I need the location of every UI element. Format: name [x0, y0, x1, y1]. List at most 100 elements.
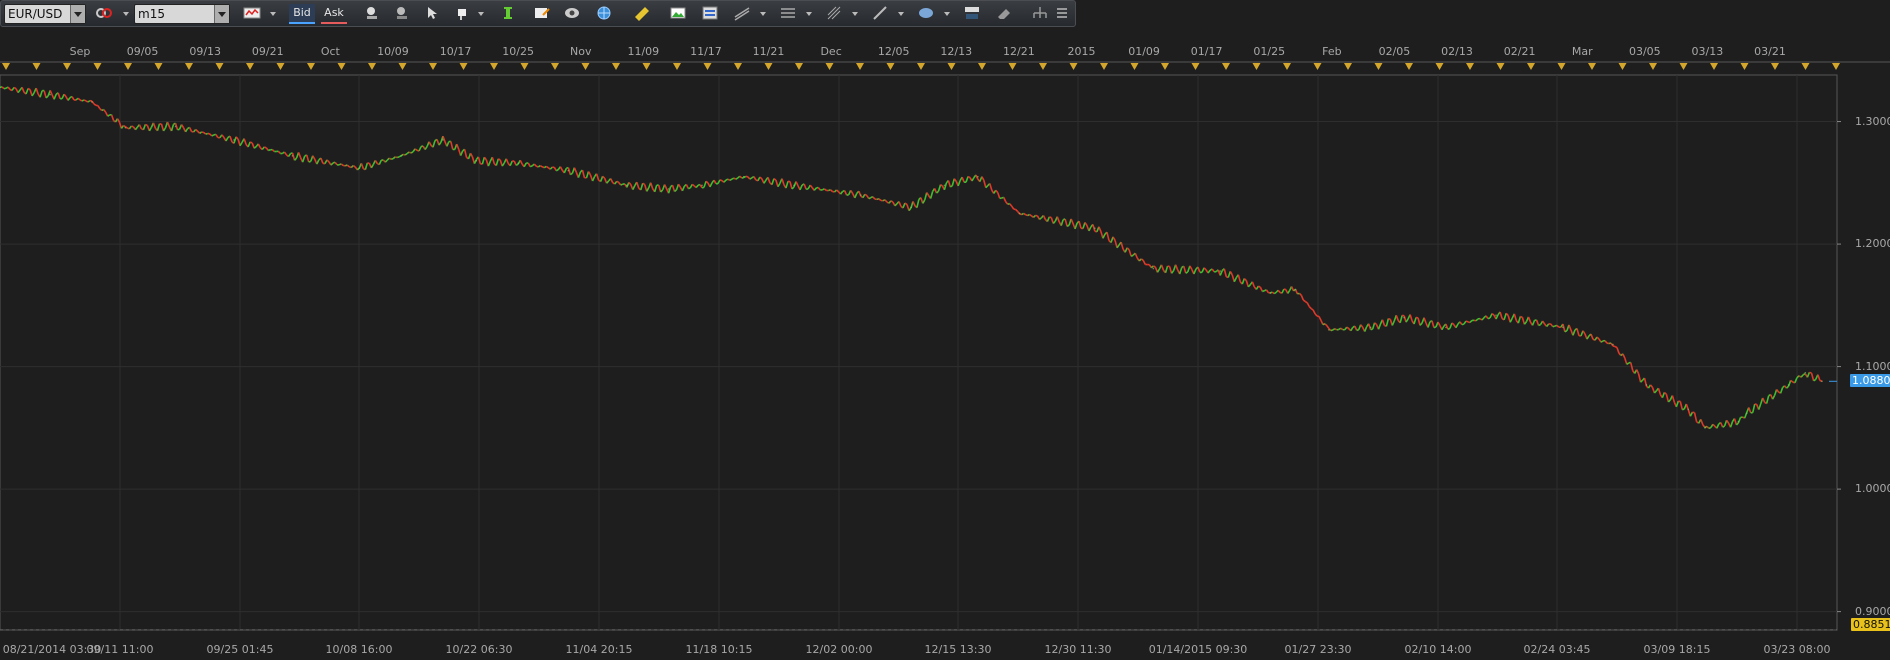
timeframe-select[interactable]: m15: [134, 4, 230, 24]
top-time-label: 10/17: [439, 45, 472, 58]
price-segment: [1324, 323, 1328, 327]
price-segment: [1042, 215, 1047, 220]
symbol-dropdown-arrow[interactable]: [70, 5, 85, 23]
price-segment: [1552, 325, 1556, 328]
price-point: [793, 184, 795, 187]
price-segment: [1227, 271, 1232, 278]
chart-type-dropdown-caret[interactable]: [269, 4, 277, 24]
price-segment: [1348, 328, 1352, 332]
price-segment: [184, 128, 189, 133]
trendline-icon[interactable]: [731, 4, 753, 24]
link-icon[interactable]: [93, 4, 115, 24]
price-segment: [1429, 320, 1433, 323]
ellipse-icon[interactable]: [915, 4, 937, 24]
price-segment: [563, 167, 568, 174]
price-chart[interactable]: [0, 0, 1890, 660]
price-segment: [1419, 322, 1423, 326]
crosshair-dropdown-caret[interactable]: [477, 4, 485, 24]
price-segment: [729, 178, 733, 181]
price-segment: [1040, 214, 1045, 219]
eye-icon[interactable]: [561, 4, 583, 24]
price-segment: [936, 190, 940, 194]
timeframe-dropdown-arrow[interactable]: [214, 5, 229, 23]
price-segment: [253, 145, 257, 149]
menu-icon[interactable]: [1053, 4, 1071, 24]
price-segment: [354, 166, 359, 171]
price-segment: [1716, 423, 1720, 429]
price-point: [1219, 270, 1222, 272]
price-segment: [1187, 265, 1191, 273]
price-segment: [1570, 329, 1574, 336]
channel-icon[interactable]: [777, 4, 799, 24]
price-segment: [1174, 264, 1179, 271]
price-segment: [1610, 342, 1614, 347]
price-segment: [717, 179, 721, 185]
channel-dropdown-caret[interactable]: [805, 4, 813, 24]
price-segment: [483, 156, 487, 161]
globe-icon[interactable]: [593, 4, 615, 24]
ellipse-dropdown-caret[interactable]: [943, 4, 951, 24]
price-segment: [922, 199, 926, 204]
price-segment: [489, 156, 494, 162]
symbol-select[interactable]: EUR/USD: [4, 4, 86, 24]
price-segment: [213, 133, 217, 136]
price-segment: [1495, 314, 1499, 320]
price-segment: [575, 172, 580, 178]
price-segment: [1363, 326, 1368, 332]
price-segment: [1689, 411, 1694, 417]
price-segment: [463, 149, 468, 158]
ask-toggle[interactable]: Ask: [321, 4, 347, 24]
price-segment: [695, 184, 699, 189]
ruler-icon[interactable]: [631, 4, 653, 24]
tree-icon[interactable]: [1029, 4, 1051, 24]
price-segment: [646, 187, 650, 192]
price-segment: [1796, 375, 1800, 379]
pen-icon[interactable]: [869, 4, 891, 24]
price-segment: [1322, 323, 1326, 326]
text-icon[interactable]: [961, 4, 983, 24]
pen-dropdown-caret[interactable]: [897, 4, 905, 24]
link-dropdown-caret[interactable]: [122, 4, 130, 24]
price-segment: [1433, 326, 1437, 329]
price-tick-label: 1.1000: [1855, 359, 1890, 373]
price-segment: [1346, 326, 1350, 330]
fibonacci-dropdown-caret[interactable]: [851, 4, 859, 24]
price-segment: [1445, 323, 1449, 330]
price-segment: [1501, 317, 1505, 321]
zoom-out-icon[interactable]: [391, 4, 413, 24]
top-time-label: 01/25: [1253, 45, 1286, 58]
cursor-icon[interactable]: [421, 4, 443, 24]
price-segment: [1185, 271, 1189, 274]
fibonacci-icon[interactable]: [823, 4, 845, 24]
price-segment: [1304, 300, 1308, 304]
bid-toggle[interactable]: Bid: [289, 4, 315, 24]
price-segment: [1614, 345, 1618, 349]
price-segment: [567, 167, 572, 175]
price-segment: [304, 154, 308, 157]
price-segment: [1019, 213, 1022, 216]
price-segment: [1503, 313, 1507, 320]
price-segment: [904, 202, 908, 206]
zoom-in-icon[interactable]: [361, 4, 383, 24]
chart-type-icon[interactable]: [241, 4, 263, 24]
price-segment: [1809, 371, 1812, 374]
price-segment: [1475, 318, 1479, 322]
price-segment: [691, 183, 695, 187]
price-segment: [843, 190, 848, 196]
price-segment: [188, 127, 193, 133]
trendline-dropdown-caret[interactable]: [759, 4, 767, 24]
template-icon[interactable]: [531, 4, 553, 24]
crosshair-icon[interactable]: [451, 4, 473, 24]
price-segment: [203, 131, 207, 135]
price-segment: [1735, 422, 1739, 426]
indicator-icon[interactable]: [497, 4, 519, 24]
price-segment: [338, 163, 342, 166]
price-segment: [1264, 289, 1267, 292]
image-icon[interactable]: [667, 4, 689, 24]
layout-icon[interactable]: [699, 4, 721, 24]
price-segment: [916, 199, 920, 208]
price-segment: [320, 157, 324, 164]
price-segment: [589, 174, 594, 182]
price-segment: [1046, 216, 1051, 222]
eraser-icon[interactable]: [993, 4, 1015, 24]
